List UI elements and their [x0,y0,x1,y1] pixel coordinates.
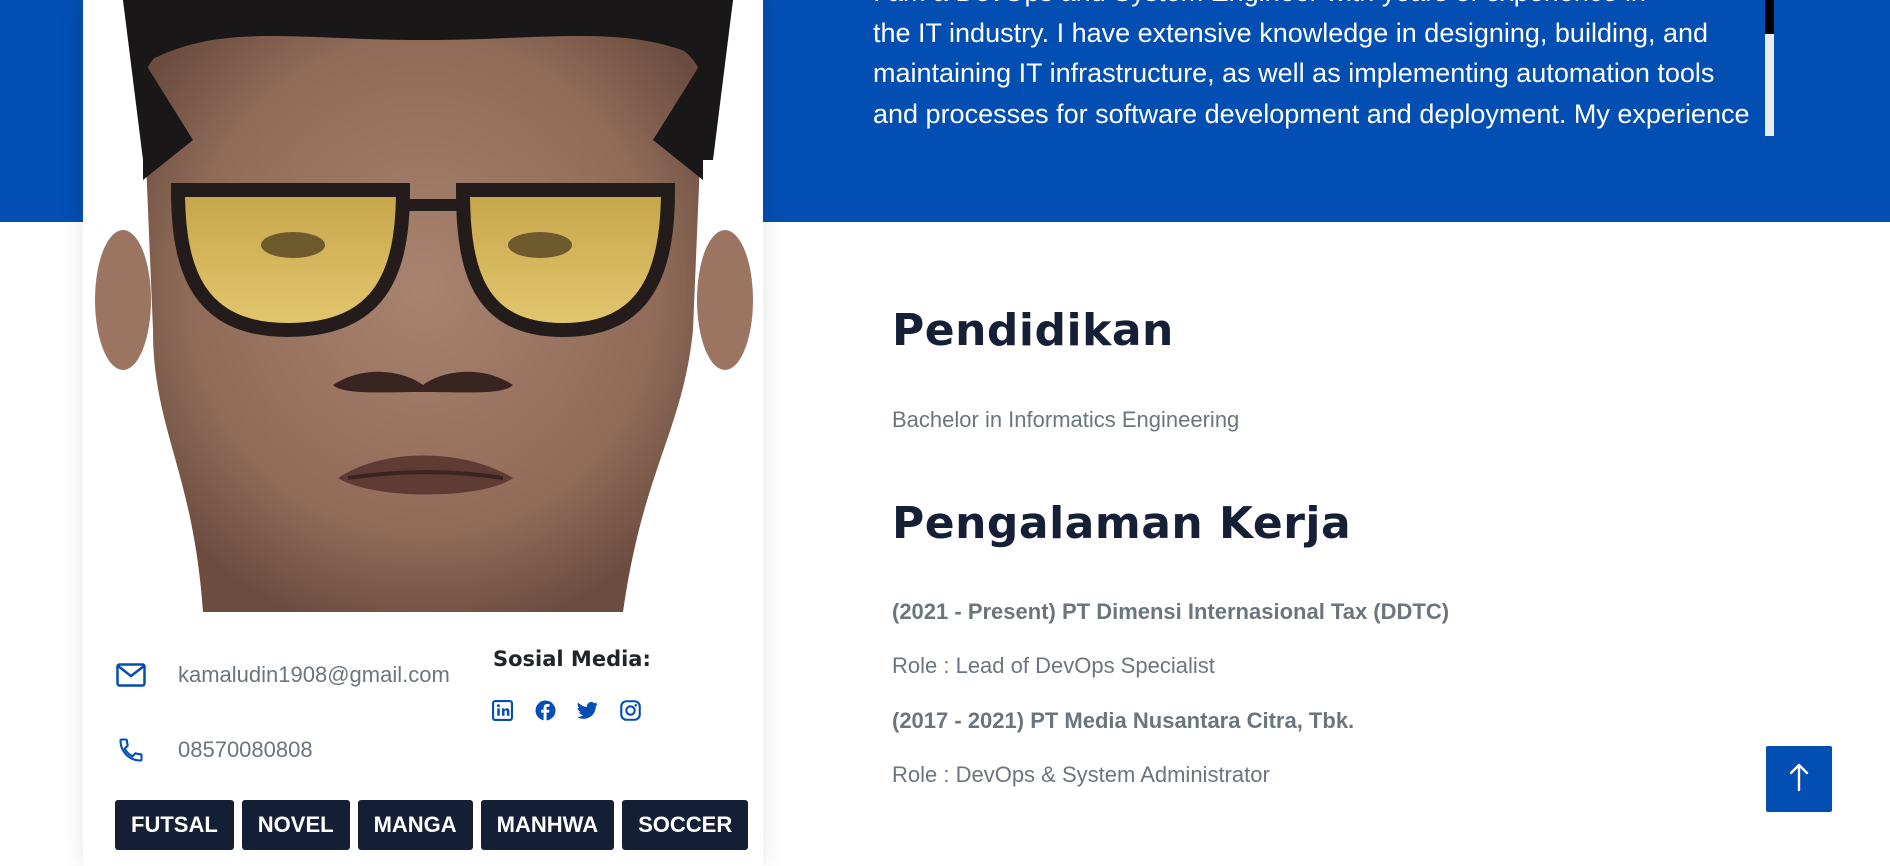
about-bio-text: I am a DevOps and System Engineer with y… [873,0,1750,129]
phone-icon [115,734,147,766]
experience-title: Pengalaman Kerja [892,498,1352,549]
hobby-tag: MANGA [357,800,473,850]
contact-email-row: kamaludin1908@gmail.com [115,659,450,691]
back-to-top-button[interactable] [1766,746,1832,812]
phone-text[interactable]: 08570080808 [178,737,313,763]
job-role: Role : Lead of DevOps Specialist [892,653,1215,678]
job-period-company: (2021 - Present) PT Dimensi Internasiona… [892,599,1450,624]
profile-card: kamaludin1908@gmail.com 08570080808 Sosi… [83,0,763,866]
hobby-tag: SOCCER [622,800,749,850]
linkedin-icon[interactable] [492,700,513,721]
social-icons [492,700,641,721]
email-text[interactable]: kamaludin1908@gmail.com [178,662,450,688]
instagram-icon[interactable] [619,700,641,721]
contact-phone-row: 08570080808 [115,734,313,766]
hobby-tag: NOVEL [241,800,350,850]
bio-scrollbar-thumb[interactable] [1765,0,1774,34]
about-bio-scroll-area[interactable]: I am a DevOps and System Engineer with y… [873,0,1765,136]
social-media-title: Sosial Media: [493,647,651,671]
education-title: Pendidikan [892,305,1174,356]
facebook-icon[interactable] [535,700,556,721]
twitter-icon[interactable] [577,700,598,721]
arrow-up-icon [1788,762,1810,797]
profile-photo [83,0,763,612]
job-role: Role : DevOps & System Administrator [892,762,1270,787]
bio-scrollbar[interactable] [1765,0,1774,136]
hobby-tags: FUTSAL NOVEL MANGA MANHWA SOCCER [115,800,749,850]
hobby-tag: MANHWA [480,800,615,850]
education-degree: Bachelor in Informatics Engineering [892,407,1240,432]
envelope-icon [115,659,147,691]
hobby-tag: FUTSAL [115,800,234,850]
job-period-company: (2017 - 2021) PT Media Nusantara Citra, … [892,708,1355,733]
